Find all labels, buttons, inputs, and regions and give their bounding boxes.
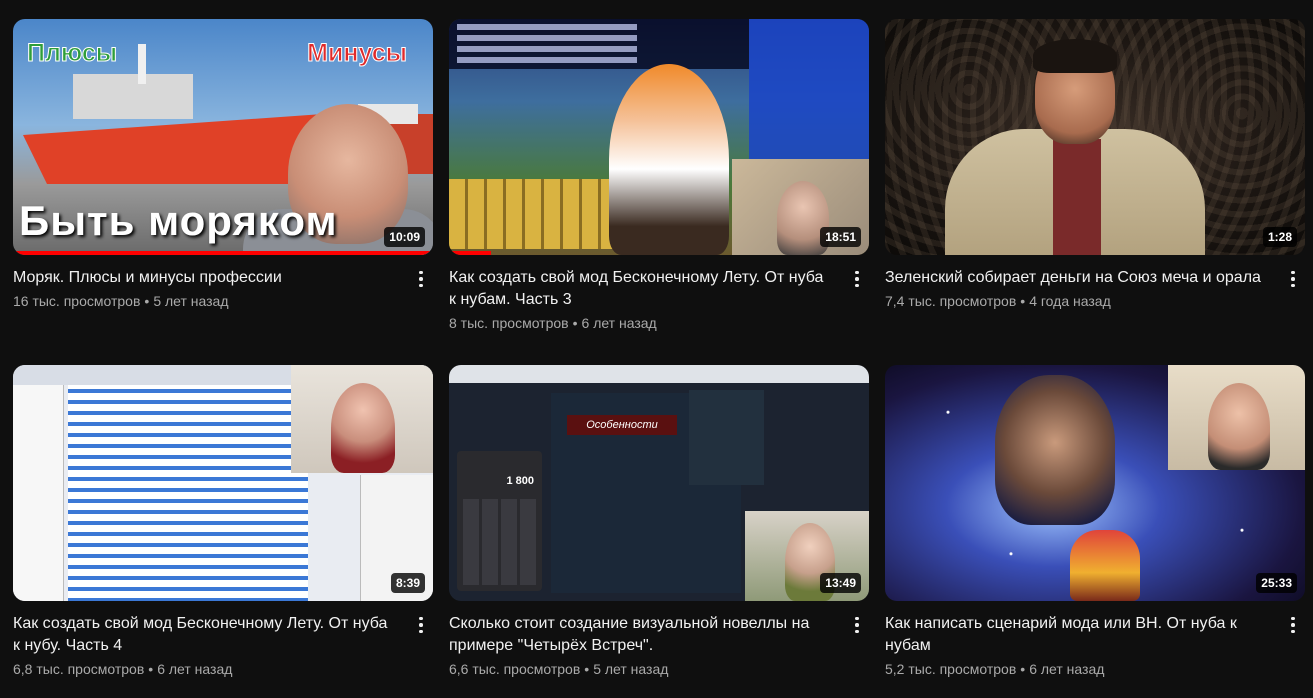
duration-badge: 13:49	[820, 573, 861, 593]
view-count: 6,8 тыс. просмотров	[13, 661, 145, 677]
thumbnail-plus-text: Плюсы	[26, 39, 118, 68]
view-count: 6,6 тыс. просмотров	[449, 661, 581, 677]
thumbnail-small-figure	[1070, 530, 1140, 601]
video-card[interactable]: 18:51 Как создать свой мод Бесконечному …	[449, 19, 869, 333]
video-card[interactable]: Особенности 1 800 13:49 Сколько стоит со…	[449, 365, 869, 679]
thumbnail-webcam-person	[331, 383, 395, 473]
view-count: 16 тыс. просмотров	[13, 293, 141, 309]
duration-badge: 1:28	[1262, 227, 1297, 247]
watch-progress-bar	[449, 251, 491, 255]
video-title[interactable]: Как создать свой мод Бесконечному Лету. …	[449, 267, 833, 311]
duration-badge: 18:51	[820, 227, 861, 247]
upload-age: 5 лет назад	[593, 661, 669, 677]
video-title[interactable]: Как написать сценарий мода или ВН. От ну…	[885, 613, 1269, 657]
video-title[interactable]: Моряк. Плюсы и минусы профессии	[13, 267, 397, 289]
upload-age: 6 лет назад	[157, 661, 233, 677]
thumbnail-browser-bar	[449, 365, 869, 383]
video-stats: 8 тыс. просмотров • 6 лет назад	[449, 313, 833, 333]
thumbnail-code-lines	[68, 385, 308, 601]
thumbnail-webcam	[1168, 365, 1305, 470]
video-meta: Сколько стоит создание визуальной новелл…	[449, 613, 869, 679]
video-meta: Зеленский собирает деньги на Союз меча и…	[885, 267, 1305, 311]
video-meta: Как написать сценарий мода или ВН. От ну…	[885, 613, 1305, 679]
video-title[interactable]: Сколько стоит создание визуальной новелл…	[449, 613, 833, 657]
video-card[interactable]: 25:33 Как написать сценарий мода или ВН.…	[885, 365, 1305, 679]
video-card[interactable]: 1:28 Зеленский собирает деньги на Союз м…	[885, 19, 1305, 311]
separator-dot: •	[144, 293, 150, 309]
thumbnail-calculator-value: 1 800	[506, 475, 534, 487]
video-meta: Как создать свой мод Бесконечному Лету. …	[449, 267, 869, 333]
separator-dot: •	[148, 661, 154, 677]
watch-progress-bar	[13, 251, 433, 255]
more-vert-icon[interactable]	[409, 267, 433, 291]
thumbnail-wizard	[995, 375, 1115, 525]
thumbnail-webcam-person	[1208, 383, 1270, 470]
view-count: 7,4 тыс. просмотров	[885, 293, 1017, 309]
thumbnail-file-tree	[13, 385, 64, 601]
thumbnail-ship-deck	[73, 74, 193, 119]
thumbnail-minus-text: Минусы	[307, 39, 408, 68]
thumbnail-webcam	[291, 365, 433, 473]
more-vert-icon[interactable]	[1281, 613, 1305, 637]
video-meta: Как создать свой мод Бесконечному Лету. …	[13, 613, 433, 679]
thumbnail-editor-panel	[749, 19, 869, 159]
upload-age: 6 лет назад	[1029, 661, 1105, 677]
video-thumbnail[interactable]: 1:28	[885, 19, 1305, 255]
duration-badge: 10:09	[384, 227, 425, 247]
thumbnail-caption: Быть моряком	[19, 197, 338, 244]
upload-age: 4 года назад	[1029, 293, 1111, 309]
more-vert-icon[interactable]	[1281, 267, 1305, 291]
video-card[interactable]: Плюсы Минусы Быть моряком 10:09 Моряк. П…	[13, 19, 433, 311]
thumbnail-ship-hull	[23, 114, 323, 184]
video-title[interactable]: Как создать свой мод Бесконечному Лету. …	[13, 613, 397, 657]
more-vert-icon[interactable]	[409, 613, 433, 637]
thumbnail-ship-mast	[138, 44, 146, 84]
video-stats: 5,2 тыс. просмотров • 6 лет назад	[885, 659, 1269, 679]
view-count: 5,2 тыс. просмотров	[885, 661, 1017, 677]
separator-dot: •	[1020, 293, 1026, 309]
video-stats: 6,8 тыс. просмотров • 6 лет назад	[13, 659, 397, 679]
duration-badge: 25:33	[1256, 573, 1297, 593]
video-thumbnail[interactable]: 18:51	[449, 19, 869, 255]
thumbnail-code-overlay	[449, 19, 749, 69]
video-card[interactable]: 8:39 Как создать свой мод Бесконечному Л…	[13, 365, 433, 679]
thumbnail-calculator-keys	[463, 499, 536, 585]
thumbnail-fence	[449, 179, 629, 249]
video-stats: 7,4 тыс. просмотров • 4 года назад	[885, 291, 1269, 311]
thumbnail-character	[609, 64, 729, 255]
thumbnail-calculator: 1 800	[457, 451, 542, 591]
separator-dot: •	[584, 661, 590, 677]
upload-age: 6 лет назад	[581, 315, 657, 331]
video-thumbnail[interactable]: Особенности 1 800 13:49	[449, 365, 869, 601]
separator-dot: •	[1020, 661, 1026, 677]
video-meta: Моряк. Плюсы и минусы профессии 16 тыс. …	[13, 267, 433, 311]
video-thumbnail[interactable]: 8:39	[13, 365, 433, 601]
video-title[interactable]: Зеленский собирает деньги на Союз меча и…	[885, 267, 1269, 289]
more-vert-icon[interactable]	[845, 267, 869, 291]
video-stats: 6,6 тыс. просмотров • 5 лет назад	[449, 659, 833, 679]
thumbnail-side-panel	[689, 390, 764, 485]
upload-age: 5 лет назад	[153, 293, 229, 309]
video-thumbnail[interactable]: 25:33	[885, 365, 1305, 601]
video-thumbnail[interactable]: Плюсы Минусы Быть моряком 10:09	[13, 19, 433, 255]
more-vert-icon[interactable]	[845, 613, 869, 637]
view-count: 8 тыс. просмотров	[449, 315, 569, 331]
duration-badge: 8:39	[390, 573, 425, 593]
separator-dot: •	[572, 315, 578, 331]
thumbnail-person-hair	[1033, 39, 1117, 73]
thumbnail-ribbon: Особенности	[567, 415, 677, 435]
video-stats: 16 тыс. просмотров • 5 лет назад	[13, 291, 397, 311]
thumbnail-person-shirt	[1053, 139, 1101, 255]
